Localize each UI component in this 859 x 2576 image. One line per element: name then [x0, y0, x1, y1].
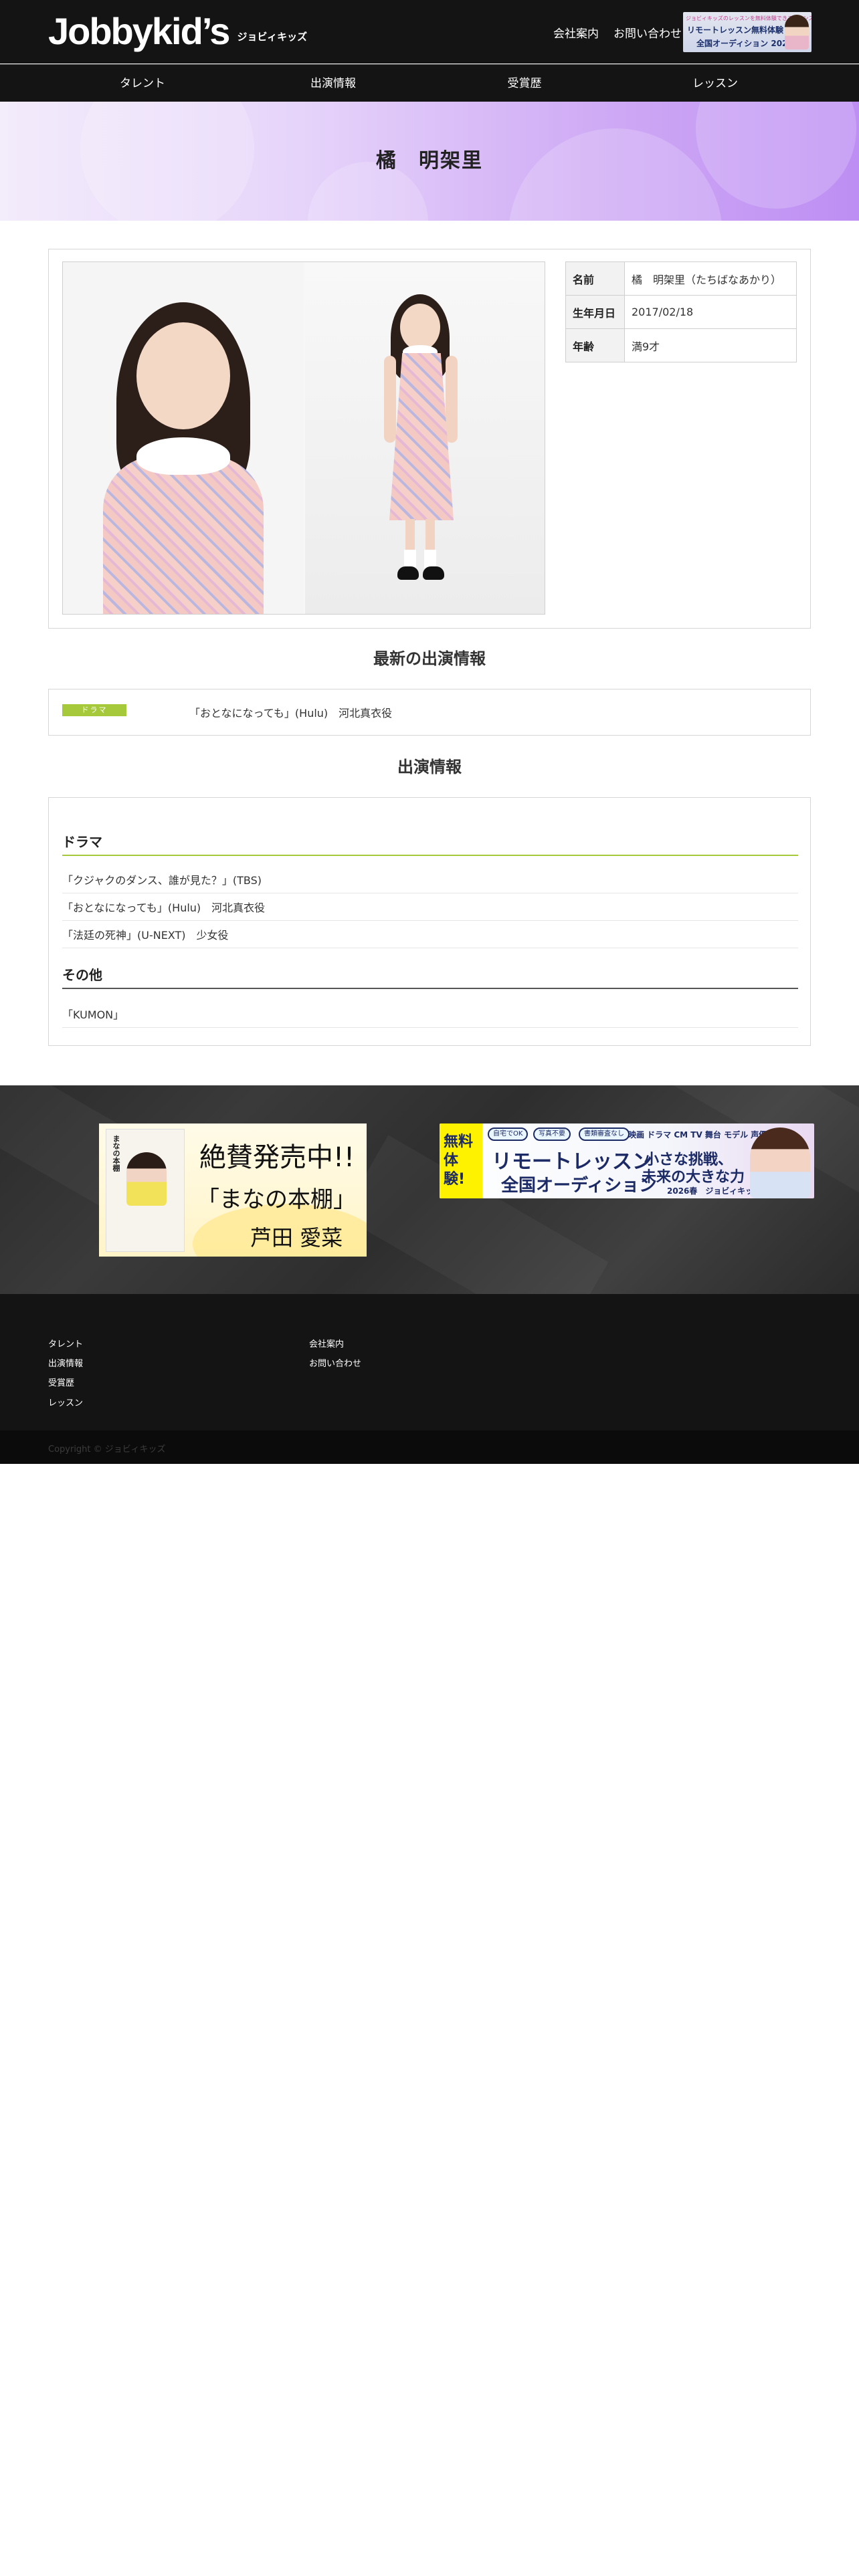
audition-model-photo — [750, 1128, 810, 1198]
category-badge: ドラマ — [62, 704, 126, 716]
dress-shape — [103, 456, 264, 614]
latest-heading: 最新の出演情報 — [373, 649, 486, 668]
nav-item-talent[interactable]: タレント — [76, 65, 209, 102]
copyright-text: Copyright © ジョビィキッズ — [48, 1444, 166, 1455]
site-header: Jobbykid’s ジョビィキッズ 会社案内 お問い合わせ ジョビィキッズのレ… — [0, 0, 859, 64]
category-heading-drama: ドラマ — [62, 831, 798, 856]
latest-appearance-text: 「おとなになっても」(Hulu) 河北真衣役 — [189, 707, 393, 720]
appearances-card: ドラマ 「クジャクのダンス、誰が見た？」(TBS) 「おとなになっても」(Hul… — [48, 797, 811, 1046]
profile-photo — [62, 261, 545, 615]
face-shape — [400, 304, 440, 350]
page-title: 橘 明架里 — [376, 149, 483, 173]
copyright-bar: Copyright © ジョビィキッズ — [0, 1430, 859, 1464]
book-cover: まなの本棚 — [106, 1129, 185, 1252]
feature-pill: 自宅でOK — [488, 1128, 529, 1141]
category-heading-other: その他 — [62, 964, 798, 989]
profile-table: 名前 橘 明架里（たちばなあかり） 生年月日 2017/02/18 年齢 満9才 — [565, 261, 797, 362]
appearances-heading: 出演情報 — [397, 758, 462, 776]
footer-link-talent[interactable]: タレント — [48, 1337, 83, 1350]
collar-shape — [136, 437, 230, 475]
feature-pill: 写真不要 — [533, 1128, 571, 1141]
header-banner-photo — [785, 15, 809, 49]
page-hero: 橘 明架里 — [0, 102, 859, 221]
list-item: 「おとなになっても」(Hulu) 河北真衣役 — [62, 899, 798, 921]
site-logo[interactable]: Jobbykid’s ジョビィキッズ — [48, 8, 307, 55]
profile-value: 橘 明架里（たちばなあかり） — [624, 261, 797, 296]
audition-subtitle: 全国オーディション — [501, 1176, 657, 1196]
footer-link-appearances[interactable]: 出演情報 — [48, 1356, 83, 1369]
sock-shape — [404, 550, 416, 568]
dress-shape — [389, 353, 454, 520]
book-banner[interactable]: まなの本棚 絶賛発売中!! 「まなの本棚」 芦田 愛菜 — [99, 1123, 367, 1257]
book-banner-headline: 絶賛発売中!! — [199, 1142, 355, 1173]
shoe-shape — [423, 566, 444, 580]
nav-item-lesson[interactable]: レッスン — [648, 65, 782, 102]
book-banner-title: 「まなの本棚」 — [197, 1186, 356, 1213]
header-link-company[interactable]: 会社案内 — [553, 24, 599, 41]
profile-value: 満9才 — [624, 328, 797, 362]
latest-appearance-card: ドラマ 「おとなになっても」(Hulu) 河北真衣役 — [48, 689, 811, 736]
logo-wordmark: Jobbykid’s — [48, 10, 230, 52]
feature-pill: 書類審査なし — [579, 1128, 630, 1141]
nav-item-awards[interactable]: 受賞歴 — [458, 65, 591, 102]
book-banner-author: 芦田 愛菜 — [250, 1225, 343, 1251]
header-banner-title: リモートレッスン無料体験 — [687, 25, 784, 35]
profile-label: 年齢 — [565, 328, 625, 362]
profile-value: 2017/02/18 — [624, 295, 797, 329]
audition-banner[interactable]: 無料体験! 自宅でOK 写真不要 書類審査なし 映画 ドラマ CM TV 舞台 … — [440, 1123, 814, 1198]
profile-row-age: 年齢 満9才 — [565, 328, 797, 362]
book-cover-title: まなの本棚 — [112, 1135, 120, 1172]
footer-link-contact[interactable]: お問い合わせ — [309, 1356, 361, 1369]
profile-row-birthday: 生年月日 2017/02/18 — [565, 295, 797, 329]
audition-slogan-2: 未来の大きな力 — [642, 1169, 745, 1186]
header-audition-banner[interactable]: ジョビィキッズのレッスンを無料体験できるチャンス！ リモートレッスン無料体験 全… — [683, 12, 812, 52]
portrait-closeup — [63, 262, 304, 614]
list-item: 「KUMON」 — [62, 1006, 798, 1028]
main-nav: タレント 出演情報 受賞歴 レッスン — [0, 64, 859, 102]
audition-categories: 映画 ドラマ CM TV 舞台 モデル 声優 — [628, 1130, 767, 1140]
profile-row-name: 名前 橘 明架里（たちばなあかり） — [565, 261, 797, 296]
footer-link-lesson[interactable]: レッスン — [48, 1396, 83, 1408]
logo-subtitle: ジョビィキッズ — [237, 30, 308, 43]
profile-label: 生年月日 — [565, 295, 625, 329]
free-badge-text: 無料体験! — [444, 1134, 474, 1188]
nav-item-appearances[interactable]: 出演情報 — [266, 65, 400, 102]
arm-shape — [384, 356, 396, 443]
footer-link-awards[interactable]: 受賞歴 — [48, 1376, 74, 1388]
profile-label: 名前 — [565, 261, 625, 296]
portrait-fullbody — [305, 262, 545, 614]
free-badge: 無料体験! — [440, 1123, 482, 1198]
header-banner-subtitle: 全国オーディション 2026 — [696, 39, 793, 48]
profile-card: 名前 橘 明架里（たちばなあかり） 生年月日 2017/02/18 年齢 満9才 — [48, 249, 811, 629]
book-cover-photo — [126, 1152, 167, 1206]
face-shape — [136, 322, 230, 429]
sock-shape — [424, 550, 436, 568]
list-item: 「法廷の死神」(U-NEXT) 少女役 — [62, 926, 798, 948]
banner-section: まなの本棚 絶賛発売中!! 「まなの本棚」 芦田 愛菜 無料体験! 自宅でOK … — [0, 1085, 859, 1294]
shoe-shape — [397, 566, 419, 580]
site-footer: タレント 出演情報 受賞歴 レッスン 会社案内 お問い合わせ — [0, 1294, 859, 1430]
arm-shape — [446, 356, 458, 443]
footer-link-company[interactable]: 会社案内 — [309, 1337, 344, 1350]
audition-title: リモートレッスン — [492, 1150, 652, 1174]
list-item: 「クジャクのダンス、誰が見た？」(TBS) — [62, 871, 798, 893]
header-link-contact[interactable]: お問い合わせ — [613, 24, 682, 41]
audition-season: 2026春 ジョビィキッズ — [667, 1186, 762, 1196]
